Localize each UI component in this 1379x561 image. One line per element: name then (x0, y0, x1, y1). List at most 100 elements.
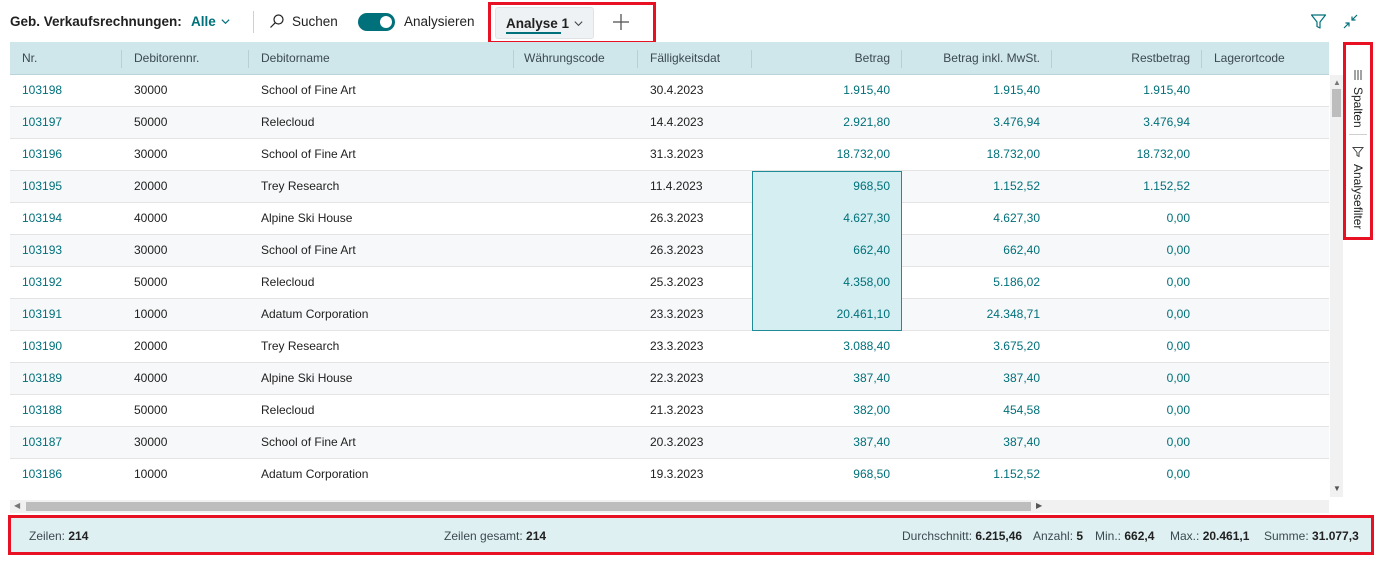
invoice-number-cell[interactable]: 103186 (22, 459, 122, 490)
remaining-amount-cell[interactable]: 1.915,40 (1055, 75, 1190, 106)
table-row[interactable]: 103187 30000 School of Fine Art 20.3.2023 38… (10, 427, 1329, 459)
column-divider[interactable] (248, 50, 249, 68)
invoice-number-cell[interactable]: 103195 (22, 171, 122, 202)
amount-cell[interactable]: 3.088,40 (755, 331, 890, 362)
table-row[interactable]: 103198 30000 School of Fine Art 30.4.2023 1.… (10, 75, 1329, 107)
amount-incl-vat-cell[interactable]: 4.627,30 (905, 203, 1040, 234)
scroll-left-icon[interactable]: ◀ (14, 501, 20, 510)
add-icon[interactable] (611, 12, 631, 32)
table-row[interactable]: 103188 50000 Relecloud 21.3.2023 382,00 454,5… (10, 395, 1329, 427)
table-row[interactable]: 103191 10000 Adatum Corporation 23.3.2023 20… (10, 299, 1329, 331)
remaining-amount-cell[interactable]: 0,00 (1055, 459, 1190, 490)
search-button[interactable]: Suchen (269, 13, 338, 29)
invoice-number-cell[interactable]: 103192 (22, 267, 122, 298)
scroll-right-icon[interactable]: ▶ (1036, 501, 1042, 510)
invoice-number-cell[interactable]: 103197 (22, 107, 122, 138)
analysis-filter-button[interactable]: Analysefilter (1346, 146, 1370, 229)
column-header-nr[interactable]: Nr. (22, 42, 122, 75)
column-header-location[interactable]: Lagerortcode (1214, 42, 1324, 75)
remaining-amount-cell[interactable]: 0,00 (1055, 363, 1190, 394)
table-row[interactable]: 103196 30000 School of Fine Art 31.3.2023 18… (10, 139, 1329, 171)
amount-cell[interactable]: 2.921,80 (755, 107, 890, 138)
horizontal-scroll-thumb[interactable] (26, 502, 1031, 511)
table-row[interactable]: 103192 50000 Relecloud 25.3.2023 4.358,00 5.1… (10, 267, 1329, 299)
column-header-due-date[interactable]: Fälligkeitsdat (650, 42, 724, 75)
filter-icon[interactable] (1310, 13, 1327, 30)
collapse-icon[interactable] (1342, 13, 1359, 30)
table-row[interactable]: 103195 20000 Trey Research 11.4.2023 968,50 1… (10, 171, 1329, 203)
table-row[interactable]: 103189 40000 Alpine Ski House 22.3.2023 387,… (10, 363, 1329, 395)
amount-incl-vat-cell[interactable]: 24.348,71 (905, 299, 1040, 330)
table-row[interactable]: 103193 30000 School of Fine Art 26.3.2023 66… (10, 235, 1329, 267)
vertical-scrollbar[interactable] (1330, 75, 1343, 497)
remaining-amount-cell[interactable]: 1.152,52 (1055, 171, 1190, 202)
invoice-number-cell[interactable]: 103189 (22, 363, 122, 394)
amount-incl-vat-cell[interactable]: 454,58 (905, 395, 1040, 426)
amount-cell[interactable]: 4.358,00 (755, 267, 890, 298)
amount-cell[interactable]: 387,40 (755, 427, 890, 458)
column-header-amount[interactable]: Betrag (755, 42, 890, 75)
amount-incl-vat-cell[interactable]: 3.476,94 (905, 107, 1040, 138)
amount-incl-vat-cell[interactable]: 1.152,52 (905, 171, 1040, 202)
invoice-number-cell[interactable]: 103196 (22, 139, 122, 170)
horizontal-scrollbar[interactable] (10, 500, 1329, 513)
amount-incl-vat-cell[interactable]: 5.186,02 (905, 267, 1040, 298)
invoice-number-cell[interactable]: 103191 (22, 299, 122, 330)
chevron-down-icon[interactable] (573, 18, 584, 29)
remaining-amount-cell[interactable]: 0,00 (1055, 331, 1190, 362)
amount-incl-vat-cell[interactable]: 387,40 (905, 427, 1040, 458)
invoice-number-cell[interactable]: 103198 (22, 75, 122, 106)
amount-cell[interactable]: 968,50 (755, 459, 890, 490)
invoice-number-cell[interactable]: 103188 (22, 395, 122, 426)
column-divider[interactable] (1201, 50, 1202, 68)
amount-cell[interactable]: 382,00 (755, 395, 890, 426)
column-header-remaining[interactable]: Restbetrag (1055, 42, 1190, 75)
remaining-amount-cell[interactable]: 0,00 (1055, 395, 1190, 426)
remaining-amount-cell[interactable]: 0,00 (1055, 267, 1190, 298)
remaining-amount-cell[interactable]: 3.476,94 (1055, 107, 1190, 138)
column-divider[interactable] (637, 50, 638, 68)
column-divider[interactable] (121, 50, 122, 68)
analyze-toggle[interactable] (358, 13, 395, 31)
remaining-amount-cell[interactable]: 0,00 (1055, 203, 1190, 234)
amount-cell[interactable]: 968,50 (755, 171, 890, 202)
remaining-amount-cell[interactable]: 0,00 (1055, 235, 1190, 266)
amount-cell[interactable]: 18.732,00 (755, 139, 890, 170)
column-divider[interactable] (901, 50, 902, 68)
amount-cell[interactable]: 387,40 (755, 363, 890, 394)
amount-cell[interactable]: 1.915,40 (755, 75, 890, 106)
amount-cell[interactable]: 20.461,10 (755, 299, 890, 330)
scroll-down-icon[interactable]: ▼ (1333, 484, 1341, 493)
remaining-amount-cell[interactable]: 0,00 (1055, 299, 1190, 330)
amount-incl-vat-cell[interactable]: 1.152,52 (905, 459, 1040, 490)
tab-analysis-1[interactable]: Analyse 1 (495, 7, 594, 39)
vertical-scroll-thumb[interactable] (1332, 89, 1341, 117)
columns-pane-button[interactable]: Spalten (1346, 69, 1370, 128)
amount-incl-vat-cell[interactable]: 1.915,40 (905, 75, 1040, 106)
table-row[interactable]: 103190 20000 Trey Research 23.3.2023 3.088,4… (10, 331, 1329, 363)
column-divider[interactable] (751, 50, 752, 68)
column-header-debitor[interactable]: Debitorennr. (134, 42, 244, 75)
column-divider[interactable] (513, 50, 514, 68)
column-divider[interactable] (1051, 50, 1052, 68)
table-row[interactable]: 103194 40000 Alpine Ski House 26.3.2023 4.62… (10, 203, 1329, 235)
amount-incl-vat-cell[interactable]: 662,40 (905, 235, 1040, 266)
column-header-currency[interactable]: Währungscode (524, 42, 634, 75)
amount-cell[interactable]: 4.627,30 (755, 203, 890, 234)
invoice-number-cell[interactable]: 103190 (22, 331, 122, 362)
amount-incl-vat-cell[interactable]: 387,40 (905, 363, 1040, 394)
invoice-number-cell[interactable]: 103194 (22, 203, 122, 234)
table-row[interactable]: 103186 10000 Adatum Corporation 19.3.2023 96… (10, 459, 1329, 490)
scroll-up-icon[interactable]: ▲ (1333, 78, 1341, 87)
column-header-name[interactable]: Debitorname (261, 42, 511, 75)
invoice-number-cell[interactable]: 103187 (22, 427, 122, 458)
remaining-amount-cell[interactable]: 0,00 (1055, 427, 1190, 458)
invoice-number-cell[interactable]: 103193 (22, 235, 122, 266)
column-header-amount-vat[interactable]: Betrag inkl. MwSt. (905, 42, 1040, 75)
view-selector[interactable]: Alle (191, 14, 231, 29)
amount-incl-vat-cell[interactable]: 3.675,20 (905, 331, 1040, 362)
amount-incl-vat-cell[interactable]: 18.732,00 (905, 139, 1040, 170)
amount-cell[interactable]: 662,40 (755, 235, 890, 266)
table-row[interactable]: 103197 50000 Relecloud 14.4.2023 2.921,80 3.4… (10, 107, 1329, 139)
remaining-amount-cell[interactable]: 18.732,00 (1055, 139, 1190, 170)
